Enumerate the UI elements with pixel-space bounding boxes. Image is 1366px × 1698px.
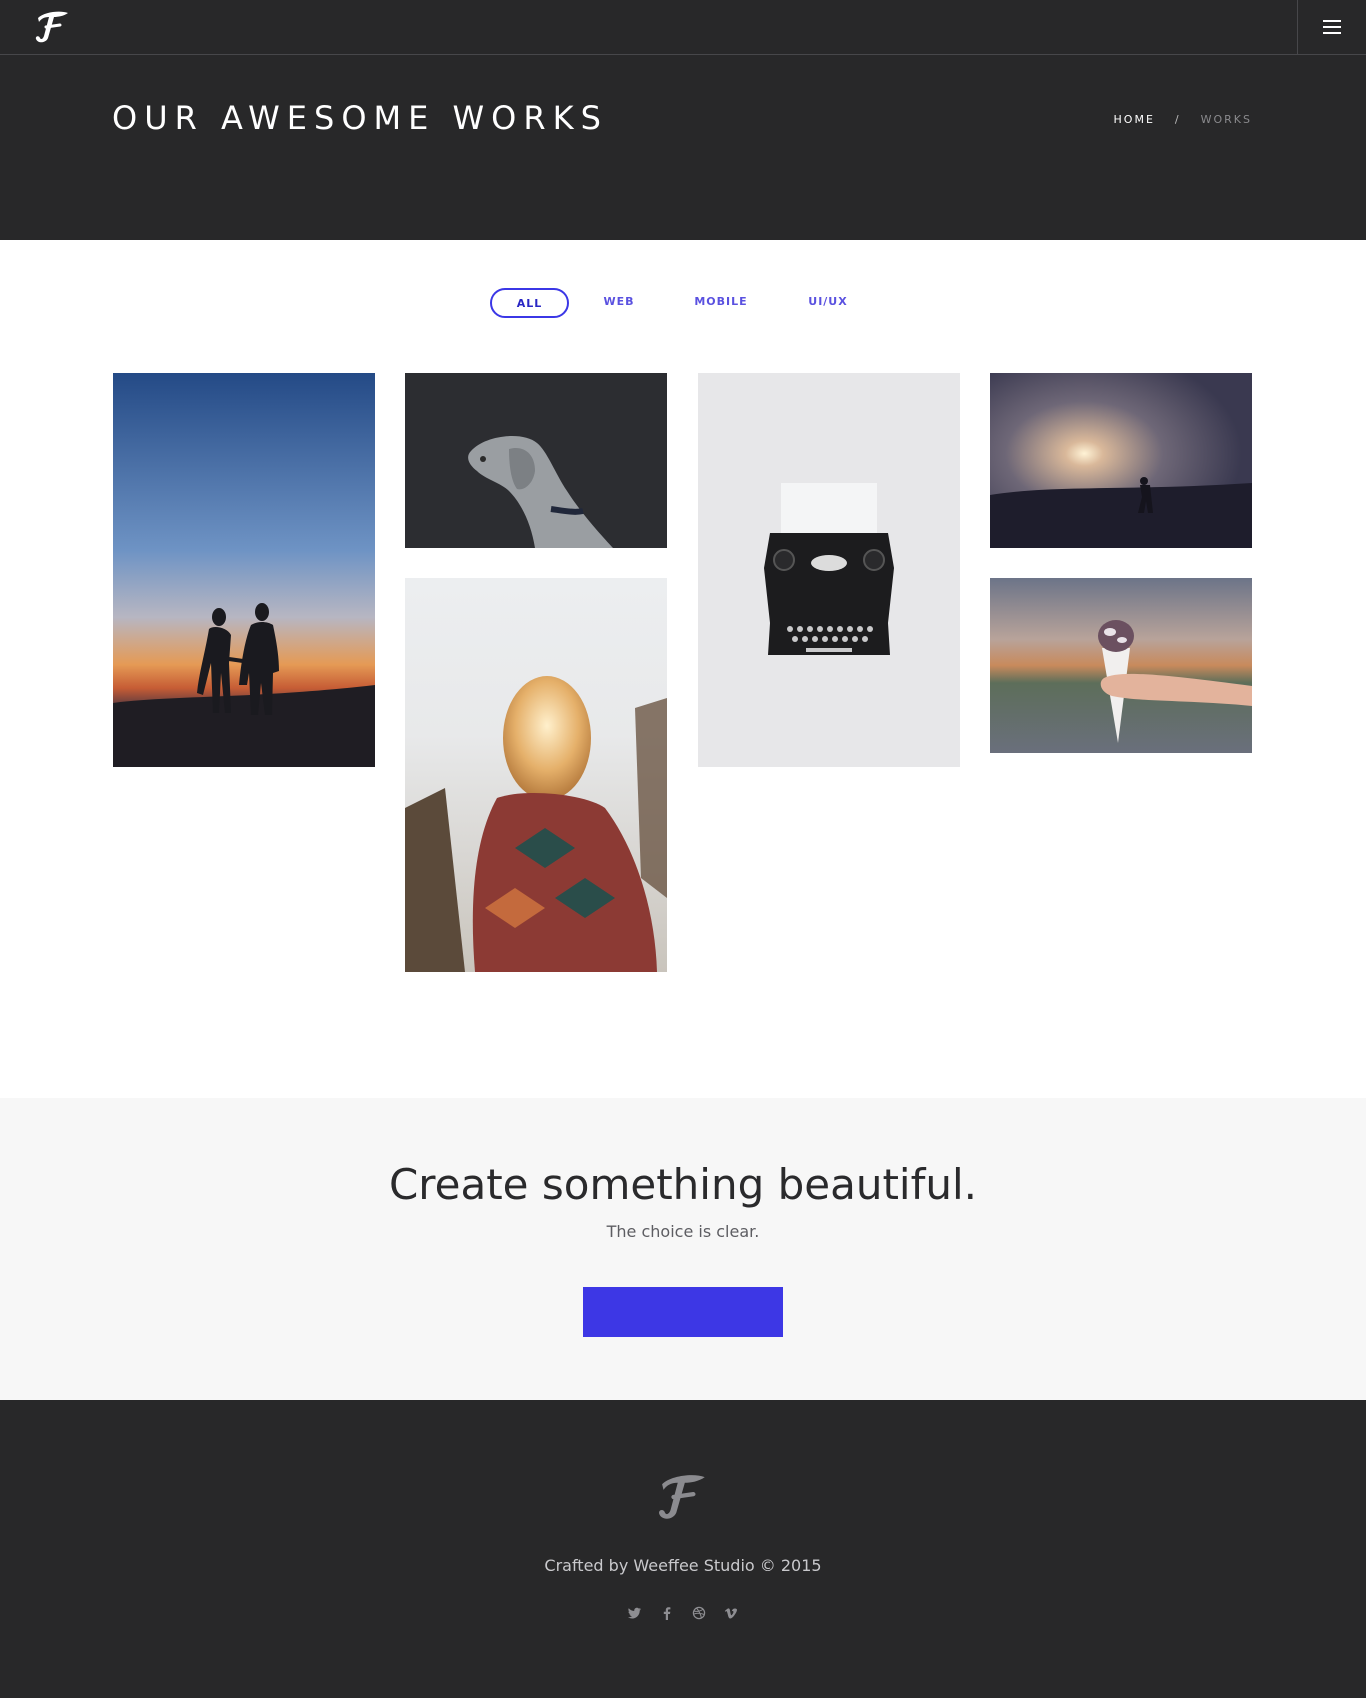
foggy-sunrise-image — [990, 373, 1252, 548]
portfolio-filters: ALL WEB MOBILE UI/UX — [0, 288, 1366, 318]
woman-blanket-image — [405, 578, 667, 972]
social-links — [0, 1606, 1366, 1620]
top-navbar — [0, 0, 1366, 55]
breadcrumb-separator: / — [1174, 113, 1181, 126]
typewriter-image — [698, 373, 960, 767]
portfolio-item-dog[interactable] — [405, 373, 667, 548]
filter-ui-ux[interactable]: UI/UX — [796, 288, 860, 318]
cta-subtitle: The choice is clear. — [606, 1222, 760, 1241]
couple-silhouette-image — [113, 373, 375, 767]
portfolio-item-woman[interactable] — [405, 578, 667, 972]
filter-mobile[interactable]: MOBILE — [686, 288, 756, 318]
vimeo-icon[interactable] — [724, 1606, 738, 1620]
portfolio-item-foggy[interactable] — [990, 373, 1252, 548]
hamburger-menu-icon — [1323, 20, 1341, 34]
portfolio-item-icecream[interactable] — [990, 578, 1252, 753]
portfolio-item-couple[interactable] — [113, 373, 375, 767]
footer-credit: Crafted by Weeffee Studio © 2015 — [544, 1556, 822, 1575]
filter-web[interactable]: WEB — [588, 288, 650, 318]
dog-portrait-image — [405, 373, 667, 548]
breadcrumb: HOME / WORKS — [1114, 113, 1252, 126]
logo-icon[interactable] — [30, 8, 74, 46]
breadcrumb-home-link[interactable]: HOME — [1114, 113, 1155, 126]
dribbble-icon[interactable] — [692, 1606, 706, 1620]
cta-title: Create something beautiful. — [388, 1160, 978, 1209]
filter-all[interactable]: ALL — [490, 288, 569, 318]
call-to-action-section: Create something beautiful. The choice i… — [0, 1098, 1366, 1400]
menu-button[interactable] — [1297, 0, 1366, 54]
footer-logo-icon[interactable] — [649, 1470, 715, 1524]
portfolio-item-typewriter[interactable] — [698, 373, 960, 767]
page-hero: OUR AWESOME WORKS HOME / WORKS — [0, 55, 1366, 240]
ice-cream-image — [990, 578, 1252, 753]
footer: Crafted by Weeffee Studio © 2015 — [0, 1400, 1366, 1698]
page-title: OUR AWESOME WORKS — [112, 99, 608, 137]
breadcrumb-current: WORKS — [1200, 113, 1252, 126]
twitter-icon[interactable] — [628, 1606, 642, 1620]
cta-button[interactable] — [583, 1287, 783, 1337]
facebook-icon[interactable] — [660, 1606, 674, 1620]
